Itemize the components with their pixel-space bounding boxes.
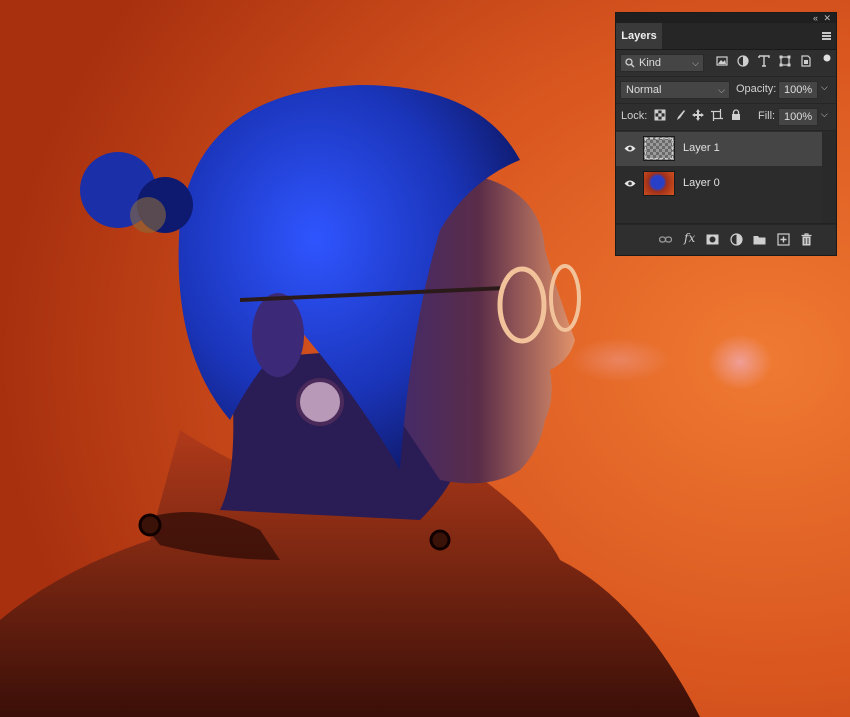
blend-mode-value: Normal <box>626 84 662 96</box>
layers-panel: « ✕ Layers Kind ⌵ Normal ⌵ Opacity: 100%… <box>615 12 837 256</box>
panel-tab-row: Layers <box>616 23 836 50</box>
fill-dropdown-icon[interactable]: ⌵ <box>821 109 828 120</box>
fill-label: Fill: <box>758 110 776 122</box>
panel-menu-icon[interactable] <box>822 32 831 40</box>
layer-row[interactable]: Layer 0 <box>616 167 822 201</box>
blend-row: Normal ⌵ Opacity: 100% ⌵ <box>616 77 836 104</box>
layer-thumbnail-transparent <box>643 136 675 161</box>
blend-mode-select[interactable]: Normal ⌵ <box>620 81 730 99</box>
new-group-folder-icon[interactable] <box>753 233 766 246</box>
filter-toggle-icon[interactable] <box>821 53 833 65</box>
layer-name: Layer 1 <box>683 142 720 154</box>
filter-kind-select[interactable]: Kind ⌵ <box>620 54 704 72</box>
lock-label: Lock: <box>621 110 648 122</box>
tab-layers[interactable]: Layers <box>616 23 662 49</box>
layer-name: Layer 0 <box>683 177 720 189</box>
lock-position-icon[interactable] <box>692 109 704 121</box>
add-mask-icon[interactable] <box>706 233 719 246</box>
close-icon[interactable]: ✕ <box>823 13 831 23</box>
layers-scrollbar[interactable] <box>822 131 836 223</box>
smart-object-filter-icon[interactable] <box>800 55 812 67</box>
opacity-label: Opacity: <box>736 83 777 95</box>
layer-row[interactable]: Layer 1 <box>616 132 822 166</box>
layers-list: Layer 1 Layer 0 <box>616 131 836 224</box>
chevron-down-icon: ⌵ <box>692 58 699 68</box>
collapse-icon[interactable]: « <box>813 13 818 23</box>
filter-kind-label: Kind <box>639 57 662 69</box>
filter-row: Kind ⌵ <box>616 50 836 77</box>
lock-all-icon[interactable] <box>730 109 742 121</box>
fill-input[interactable]: 100% <box>778 108 818 126</box>
link-layers-icon[interactable] <box>659 233 672 246</box>
lock-image-pixels-icon[interactable] <box>674 109 686 121</box>
new-layer-icon[interactable] <box>777 233 790 246</box>
fill-value: 100% <box>784 111 813 123</box>
eye-icon[interactable] <box>624 144 636 153</box>
shape-layer-filter-icon[interactable] <box>779 55 791 67</box>
lock-artboard-icon[interactable] <box>711 109 723 121</box>
layer-style-fx-icon[interactable]: fx <box>684 231 695 245</box>
panel-title-bar: « ✕ <box>616 13 836 23</box>
layer-thumbnail-photo <box>643 171 675 196</box>
lock-row: Lock: Fill: 100% ⌵ <box>616 104 836 131</box>
delete-layer-trash-icon[interactable] <box>800 233 813 246</box>
type-layer-filter-icon[interactable] <box>758 55 770 67</box>
lock-transparent-pixels-icon[interactable] <box>654 109 666 121</box>
new-adjustment-layer-icon[interactable] <box>730 233 743 246</box>
opacity-value: 100% <box>784 84 813 96</box>
chevron-down-icon: ⌵ <box>718 85 725 95</box>
opacity-input[interactable]: 100% <box>778 81 818 99</box>
search-icon <box>625 58 635 68</box>
opacity-dropdown-icon[interactable]: ⌵ <box>821 82 828 93</box>
eye-icon[interactable] <box>624 179 636 188</box>
layers-bottom-toolbar: fx <box>616 224 836 255</box>
adjustment-layer-filter-icon[interactable] <box>737 55 749 67</box>
pixel-layer-filter-icon[interactable] <box>716 55 728 67</box>
